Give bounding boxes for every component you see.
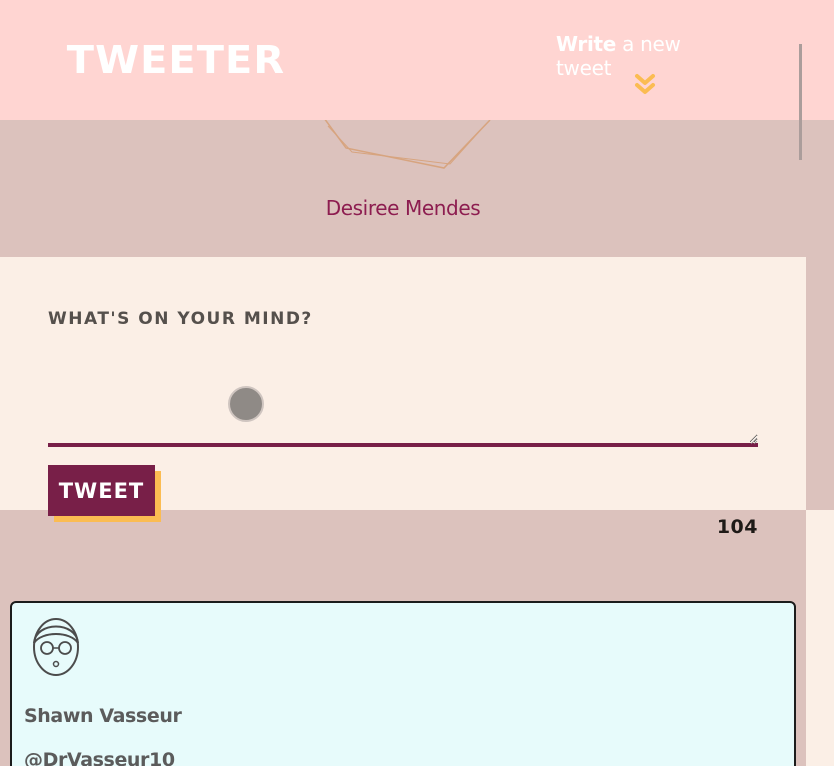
write-link-bold: Write [556, 32, 617, 56]
cursor-dot [228, 386, 264, 422]
top-nav: TWEETER Write a new tweet [0, 0, 834, 120]
compose-edge [806, 510, 834, 766]
logo[interactable]: TWEETER [67, 38, 285, 82]
char-counter: 104 [716, 516, 758, 538]
double-chevron-down-icon[interactable] [632, 72, 658, 98]
profile-name: Desiree Mendes [325, 196, 481, 220]
tweet-card: Shawn Vasseur @DrVasseur10 [10, 601, 796, 766]
person-glasses-icon [33, 618, 79, 676]
resize-grip-icon[interactable] [750, 437, 758, 445]
tweet-button[interactable]: Tweet [48, 465, 155, 516]
tweet-textarea[interactable] [48, 353, 758, 447]
compose-section: What's on your mind? Tweet 104 [0, 257, 806, 538]
tweet-author-name: Shawn Vasseur [24, 705, 182, 727]
scrollbar-thumb[interactable] [799, 44, 802, 160]
tweet-author-handle: @DrVasseur10 [24, 749, 175, 766]
compose-heading: What's on your mind? [48, 309, 313, 329]
